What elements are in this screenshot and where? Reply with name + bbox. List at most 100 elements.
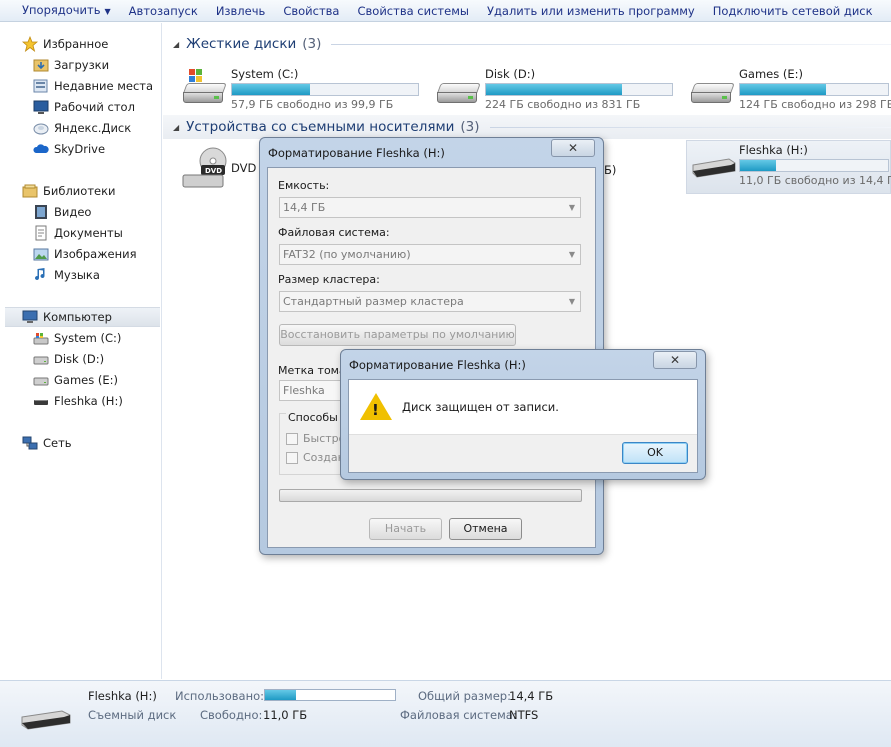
removable-group-header[interactable]: ◢ Устройства со съемными носителями (3) <box>163 115 891 139</box>
group-divider <box>331 43 891 45</box>
navigation-pane: Избранное Загрузки Недавние места Рабочи… <box>0 23 162 679</box>
sidebar-item-label: Games (E:) <box>54 373 118 387</box>
sidebar-item-label: Disk (D:) <box>54 352 105 366</box>
drive-tile-c[interactable]: System (C:) 57,9 ГБ свободно из 99,9 ГБ <box>179 65 419 113</box>
close-icon: ✕ <box>567 141 579 155</box>
drive-name: System (C:) <box>231 67 299 81</box>
hard-drive-icon <box>33 372 49 388</box>
command-bar: Упорядочить ▼ Автозапуск Извлечь Свойства… <box>0 0 891 22</box>
write-protected-dialog: Форматирование Fleshka (H:) ✕ ! Диск защ… <box>340 349 706 480</box>
quick-format-checkbox[interactable] <box>286 433 298 445</box>
drive-free-space: 11,0 ГБ свободно из 14,4 ГБ <box>739 174 891 187</box>
computer-icon <box>22 309 38 325</box>
details-total-label: Общий размер: <box>418 689 511 703</box>
eject-button[interactable]: Извлечь <box>207 0 275 21</box>
file-system-value: FAT32 (по умолчанию) <box>283 248 411 261</box>
cloud-icon <box>33 141 49 157</box>
sidebar-item-yandex-disk[interactable]: Яндекс.Диск <box>33 118 131 138</box>
sidebar-item-skydrive[interactable]: SkyDrive <box>33 139 105 159</box>
capacity-value: 14,4 ГБ <box>283 201 326 214</box>
sidebar-item-label: Компьютер <box>43 310 112 324</box>
drive-name: Games (E:) <box>739 67 803 81</box>
hard-drives-group-header[interactable]: ◢ Жесткие диски (3) <box>163 32 891 56</box>
drive-tile-d[interactable]: Disk (D:) 224 ГБ свободно из 831 ГБ <box>433 65 673 113</box>
usb-drive-icon <box>687 141 739 189</box>
hard-drive-icon <box>433 65 485 113</box>
network-icon <box>22 435 38 451</box>
video-icon <box>33 204 49 220</box>
drive-tile-e[interactable]: Games (E:) 124 ГБ свободно из 298 ГБ <box>687 65 891 113</box>
downloads-folder-icon <box>33 57 49 73</box>
details-usage-bar <box>264 689 396 701</box>
drive-capacity-bar <box>739 159 889 172</box>
error-message: Диск защищен от записи. <box>402 400 559 414</box>
sidebar-item-label: Загрузки <box>54 58 110 72</box>
cluster-size-label: Размер кластера: <box>278 273 380 286</box>
pictures-icon <box>33 246 49 262</box>
file-system-select[interactable]: FAT32 (по умолчанию) ▼ <box>279 244 581 265</box>
warning-icon: ! <box>360 393 392 423</box>
details-free-value: 11,0 ГБ <box>263 708 308 722</box>
sidebar-item-label: Сеть <box>43 436 72 450</box>
cluster-size-select[interactable]: Стандартный размер кластера ▼ <box>279 291 581 312</box>
details-pane: Fleshka (H:) Съемный диск Использовано: … <box>0 680 891 747</box>
sidebar-item-drive-h[interactable]: Fleshka (H:) <box>33 391 123 411</box>
sidebar-item-music[interactable]: Музыка <box>33 265 100 285</box>
dropdown-arrow-icon: ▼ <box>568 297 575 306</box>
sidebar-item-label: Рабочий стол <box>54 100 135 114</box>
libraries-icon <box>22 183 38 199</box>
capacity-select[interactable]: 14,4 ГБ ▼ <box>279 197 581 218</box>
sidebar-item-label: Недавние места <box>54 79 154 93</box>
sidebar-item-label: Видео <box>54 205 92 219</box>
properties-button[interactable]: Свойства <box>274 0 348 21</box>
drive-name: Fleshka (H:) <box>739 143 808 157</box>
sidebar-item-computer[interactable]: Компьютер <box>5 307 160 327</box>
documents-icon <box>33 225 49 241</box>
sidebar-item-drive-d[interactable]: Disk (D:) <box>33 349 104 369</box>
create-boot-disk-checkbox[interactable] <box>286 452 298 464</box>
drive-free-space: 124 ГБ свободно из 298 ГБ <box>739 98 891 111</box>
sidebar-item-network[interactable]: Сеть <box>22 433 72 453</box>
usb-drive-icon <box>33 393 49 409</box>
sidebar-item-recent-places[interactable]: Недавние места <box>33 76 153 96</box>
uninstall-program-button[interactable]: Удалить или изменить программу <box>478 0 704 21</box>
autoplay-button[interactable]: Автозапуск <box>120 0 207 21</box>
drive-capacity-fill <box>740 84 826 95</box>
cluster-size-value: Стандартный размер кластера <box>283 295 464 308</box>
hard-drive-icon <box>33 351 49 367</box>
sidebar-item-drive-c[interactable]: System (C:) <box>33 328 121 348</box>
sidebar-item-label: Fleshka (H:) <box>54 394 123 408</box>
system-drive-icon <box>179 65 231 113</box>
sidebar-item-desktop[interactable]: Рабочий стол <box>33 97 135 117</box>
volume-label-label: Метка тома: <box>278 364 350 377</box>
sidebar-item-downloads[interactable]: Загрузки <box>33 55 109 75</box>
details-drive-name: Fleshka (H:) <box>88 689 157 703</box>
svg-text:DVD: DVD <box>205 167 222 175</box>
system-drive-icon <box>33 330 49 346</box>
dialog-title: Форматирование Fleshka (H:) <box>268 146 445 160</box>
sidebar-item-libraries[interactable]: Библиотеки <box>22 181 116 201</box>
close-button[interactable]: ✕ <box>653 351 697 369</box>
capacity-label: Емкость: <box>278 179 330 192</box>
sidebar-item-pictures[interactable]: Изображения <box>33 244 137 264</box>
map-network-drive-button[interactable]: Подключить сетевой диск <box>704 0 882 21</box>
drive-tile-h[interactable]: Fleshka (H:) 11,0 ГБ свободно из 14,4 ГБ <box>686 140 891 194</box>
sidebar-item-drive-e[interactable]: Games (E:) <box>33 370 118 390</box>
sidebar-item-video[interactable]: Видео <box>33 202 91 222</box>
details-drive-type: Съемный диск <box>88 708 177 722</box>
cancel-button[interactable]: Отмена <box>449 518 522 540</box>
sidebar-item-favorites[interactable]: Избранное <box>21 34 108 54</box>
organize-button[interactable]: Упорядочить ▼ <box>0 0 120 21</box>
ok-button[interactable]: OK <box>622 442 688 464</box>
organize-label: Упорядочить <box>22 2 101 17</box>
system-properties-button[interactable]: Свойства системы <box>348 0 477 21</box>
sidebar-item-documents[interactable]: Документы <box>33 223 123 243</box>
start-button[interactable]: Начать <box>369 518 442 540</box>
drive-tile-dvd[interactable]: DVD DVD <box>179 145 256 193</box>
details-used-label: Использовано: <box>175 689 265 703</box>
drive-name: Disk (D:) <box>485 67 536 81</box>
restore-defaults-button[interactable]: Восстановить параметры по умолчанию <box>279 324 516 346</box>
close-button[interactable]: ✕ <box>551 139 595 157</box>
drive-capacity-bar <box>739 83 889 96</box>
details-total-value: 14,4 ГБ <box>509 689 554 703</box>
